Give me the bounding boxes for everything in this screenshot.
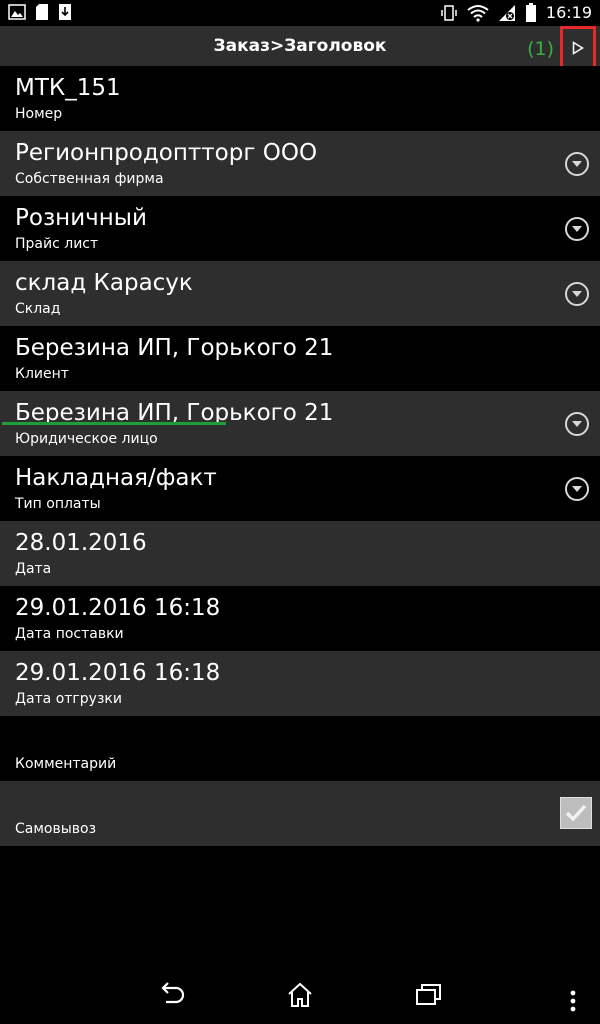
play-triangle-icon [572,41,584,55]
menu-button[interactable] [568,990,578,1016]
title-bar: Заказ>Заголовок (1) [0,26,600,70]
checkmark-icon [565,804,587,822]
field-value: 29.01.2016 16:18 [15,595,221,621]
field-self-pickup[interactable]: Самовывоз [0,781,600,846]
clock: 16:19 [545,3,592,22]
download-icon [59,4,71,20]
chevron-down-icon[interactable] [565,477,589,501]
next-button[interactable] [560,26,596,70]
back-button[interactable] [158,982,186,1012]
chevron-down-icon[interactable] [565,282,589,306]
status-bar: 16:19 [0,0,600,26]
field-delivery-date[interactable]: 29.01.2016 16:18 Дата поставки [0,586,600,651]
page-title: Заказ>Заголовок [213,36,387,56]
field-label: Собственная фирма [15,171,164,187]
field-label: Тип оплаты [15,496,101,512]
sd-card-icon [36,4,48,20]
navigation-bar [0,964,600,1024]
more-vert-icon [570,990,576,1012]
field-warehouse[interactable]: склад Карасук Склад [0,261,600,326]
field-value: МТК_151 [15,75,121,101]
field-label: Дата поставки [15,626,124,642]
home-button[interactable] [286,982,314,1012]
self-pickup-checkbox[interactable] [560,797,592,829]
field-label: Прайс лист [15,236,99,252]
field-value: Березина ИП, Горького 21 [15,335,334,361]
field-label: Комментарий [15,756,117,772]
field-value: Накладная/факт [15,465,217,491]
chevron-down-icon[interactable] [565,217,589,241]
green-underline-annotation [2,422,226,425]
field-value: Регионпродоптторг ООО [15,140,318,166]
field-label: Дата отгрузки [15,691,122,707]
field-value: 28.01.2016 [15,530,147,556]
status-bar-system: 16:19 [440,2,592,24]
field-client[interactable]: Березина ИП, Горького 21 Клиент [0,326,600,391]
field-shipment-date[interactable]: 29.01.2016 16:18 Дата отгрузки [0,651,600,716]
home-icon [288,982,312,1007]
back-arrow-icon [161,982,185,1004]
field-value: склад Карасук [15,270,193,296]
field-label: Склад [15,301,61,317]
field-label: Клиент [15,366,69,382]
no-sim-icon [498,5,515,21]
image-icon [8,4,26,20]
field-payment-type[interactable]: Накладная/факт Тип оплаты [0,456,600,521]
field-label: Самовывоз [15,821,97,837]
field-own-company[interactable]: Регионпродоптторг ООО Собственная фирма [0,131,600,196]
field-price-list[interactable]: Розничный Прайс лист [0,196,600,261]
chevron-down-icon[interactable] [565,152,589,176]
vibrate-icon [441,5,457,21]
field-value: 29.01.2016 16:18 [15,660,221,686]
field-label: Дата [15,561,52,577]
field-label: Юридическое лицо [15,431,158,447]
field-label: Номер [15,106,63,122]
field-date[interactable]: 28.01.2016 Дата [0,521,600,586]
status-bar-notifications [8,3,72,21]
chevron-down-icon[interactable] [565,412,589,436]
field-value: Розничный [15,205,147,231]
field-number[interactable]: МТК_151 Номер [0,66,600,131]
recent-apps-icon [416,984,441,1005]
field-comment[interactable]: Комментарий [0,716,600,781]
order-header-fields: МТК_151 Номер Регионпродоптторг ООО Собс… [0,66,600,846]
wifi-icon [467,5,489,22]
battery-icon [525,3,536,22]
recent-apps-button[interactable] [415,982,443,1012]
